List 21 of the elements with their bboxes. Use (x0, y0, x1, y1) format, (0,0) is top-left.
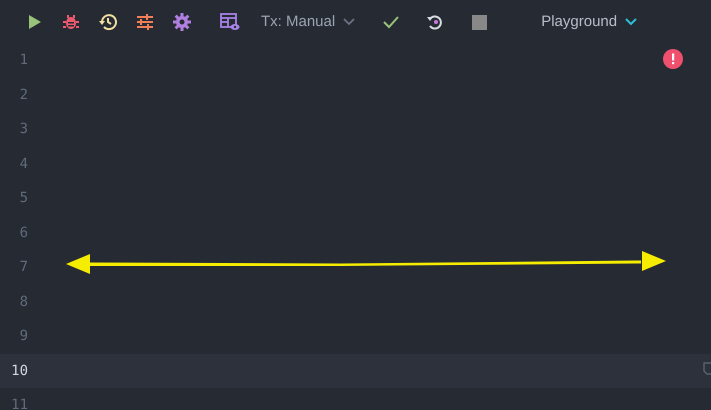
line-number: 7 (18, 259, 28, 276)
line-number: 11 (10, 397, 28, 410)
line-number: 3 (18, 121, 28, 138)
clock-icon[interactable] (98, 12, 118, 32)
settings-icon[interactable] (172, 12, 192, 32)
error-icon[interactable] (663, 49, 683, 69)
sliders-icon[interactable] (135, 12, 155, 32)
line-number: 10 (10, 362, 28, 379)
caret-icon (625, 18, 638, 26)
line-number: 5 (18, 190, 28, 206)
fold-marker-icon[interactable] (703, 362, 711, 376)
line-number: 6 (18, 224, 28, 241)
caret-icon (343, 18, 356, 26)
table-eye-icon[interactable] (220, 12, 240, 32)
line-number: 1 (18, 52, 28, 68)
schema-dropdown[interactable]: Playground (535, 9, 644, 34)
line-number: 9 (18, 328, 28, 344)
transaction-mode-dropdown[interactable]: Tx: Manual (255, 9, 362, 34)
line-number: 8 (18, 294, 28, 310)
line-number: 4 (18, 156, 28, 172)
line-number: 2 (18, 86, 28, 103)
